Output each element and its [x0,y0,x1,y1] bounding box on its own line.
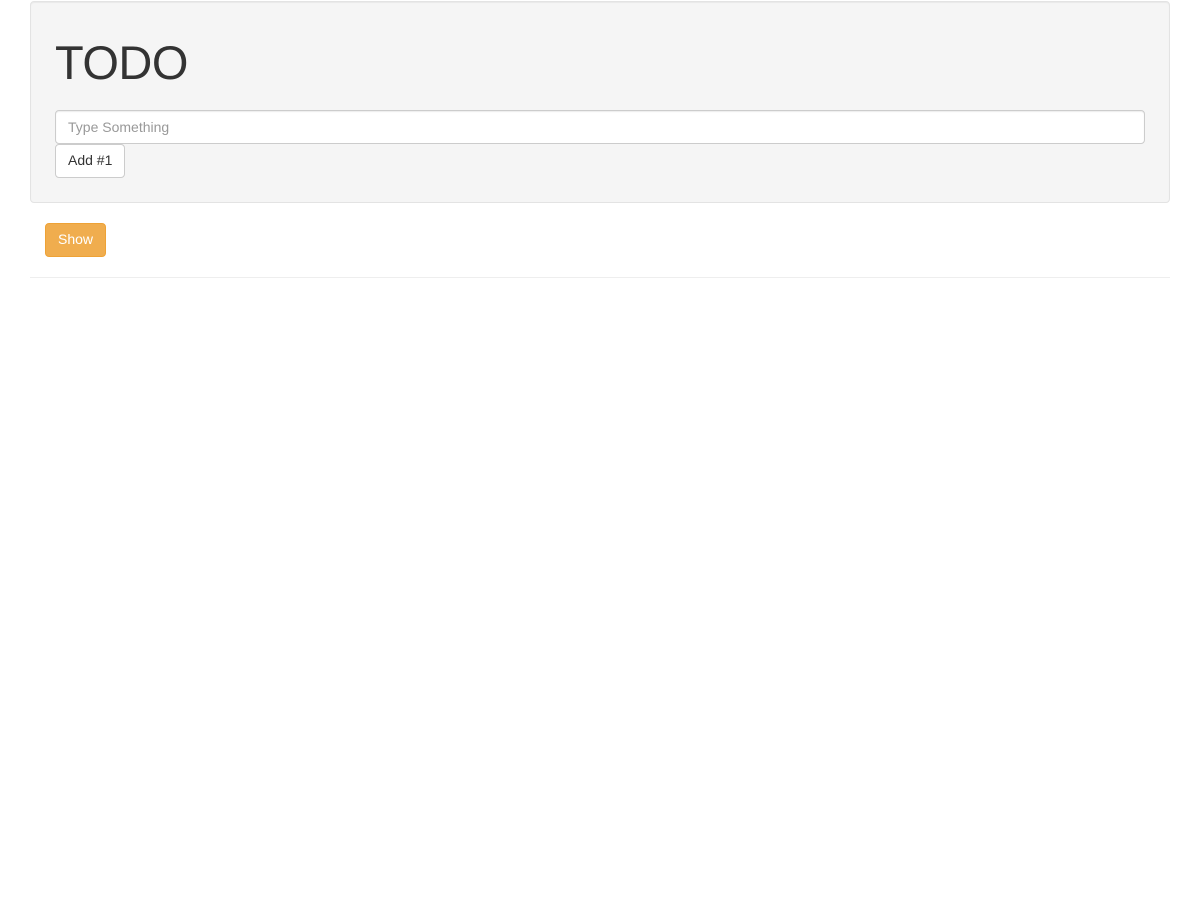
todo-input[interactable] [55,110,1145,144]
todo-panel: TODO Add #1 [30,1,1170,203]
page-title: TODO [55,35,1145,90]
add-button[interactable]: Add #1 [55,144,125,178]
show-button[interactable]: Show [45,223,106,257]
todo-form: Add #1 [55,110,1145,178]
divider [30,277,1170,278]
show-section: Show [30,223,1170,257]
